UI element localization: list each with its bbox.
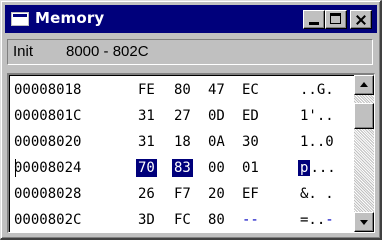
byte-cell[interactable]: 26 [138, 185, 155, 203]
window-title: Memory [35, 9, 105, 27]
title-bar[interactable]: Memory [5, 5, 377, 33]
maximize-icon[interactable] [325, 10, 347, 29]
byte-cell[interactable]: FE [138, 81, 155, 99]
address-range: 8000 - 802C [66, 43, 149, 60]
row-address: 00008020 [14, 134, 82, 150]
byte-cell[interactable]: FC [174, 211, 191, 229]
memory-window: Memory Init 8000 - 802C 00008018 FE 80 4… [0, 0, 382, 240]
address-bar[interactable]: Init 8000 - 802C [7, 39, 373, 65]
byte-cell[interactable]: 47 [208, 81, 225, 99]
memory-row-selected[interactable]: 00008024 70 83 00 01 p... [14, 159, 344, 185]
memory-row[interactable]: 00008028 26 F7 20 EF &. . [14, 185, 344, 211]
row-address: 0000802C [14, 212, 82, 228]
memory-row[interactable]: 00008020 31 18 0A 30 1..0 [14, 133, 344, 159]
byte-cell[interactable]: 01 [242, 159, 259, 177]
scroll-thumb[interactable] [354, 103, 374, 129]
ascii-cell[interactable]: =..- [300, 211, 334, 229]
ascii-known: =.. [300, 212, 326, 228]
byte-cell[interactable]: ED [242, 107, 259, 125]
byte-cell[interactable]: 3D [138, 211, 155, 229]
memory-row[interactable]: 00008018 FE 80 47 EC ..G. [14, 81, 344, 107]
memory-row[interactable]: 0000801C 31 27 0D ED 1'.. [14, 107, 344, 133]
scroll-down-arrow-icon[interactable] [354, 212, 374, 232]
byte-cell[interactable]: 80 [208, 211, 225, 229]
ascii-char-selected[interactable]: p [298, 160, 311, 176]
row-address: 0000801C [14, 108, 82, 124]
ascii-cell[interactable]: 1..0 [300, 133, 334, 151]
row-address: 00008018 [14, 82, 82, 98]
memory-window-icon[interactable] [11, 12, 29, 26]
text-caret [15, 159, 16, 177]
byte-cell[interactable]: F7 [174, 185, 191, 203]
byte-cell[interactable]: EC [242, 81, 259, 99]
ascii-cell[interactable]: p... [298, 159, 336, 177]
memory-row[interactable]: 0000802C 3D FC 80 -- =..- [14, 211, 344, 232]
ascii-cell[interactable]: 1'.. [300, 107, 334, 125]
row-address: 00008024 [14, 160, 82, 176]
address-mode: Init [13, 43, 34, 60]
byte-cell-selected[interactable]: 83 [172, 159, 193, 177]
byte-cell-unknown[interactable]: -- [242, 211, 259, 229]
byte-cell[interactable]: 31 [138, 133, 155, 151]
byte-cell-selected[interactable]: 70 [136, 159, 157, 177]
byte-cell[interactable]: 30 [242, 133, 259, 151]
byte-cell[interactable]: 18 [174, 133, 191, 151]
minimize-icon[interactable] [303, 10, 325, 29]
scroll-up-arrow-icon[interactable] [354, 75, 374, 95]
byte-cell[interactable]: 20 [208, 185, 225, 203]
close-icon[interactable] [350, 10, 372, 29]
byte-cell[interactable]: 0A [208, 133, 225, 151]
ascii-unknown: - [325, 212, 334, 228]
byte-cell[interactable]: 0D [208, 107, 225, 125]
memory-view[interactable]: 00008018 FE 80 47 EC ..G. 0000801C 31 27… [7, 73, 375, 233]
ascii-cell[interactable]: ..G. [300, 81, 334, 99]
byte-cell[interactable]: 80 [174, 81, 191, 99]
byte-cell[interactable]: 31 [138, 107, 155, 125]
memory-rows: 00008018 FE 80 47 EC ..G. 0000801C 31 27… [14, 81, 344, 232]
row-address: 00008028 [14, 186, 82, 202]
ascii-rest: ... [310, 160, 336, 176]
byte-cell[interactable]: 00 [208, 159, 225, 177]
vertical-scrollbar[interactable] [354, 75, 374, 232]
ascii-cell[interactable]: &. . [300, 185, 334, 203]
byte-cell[interactable]: 27 [174, 107, 191, 125]
byte-cell[interactable]: EF [242, 185, 259, 203]
